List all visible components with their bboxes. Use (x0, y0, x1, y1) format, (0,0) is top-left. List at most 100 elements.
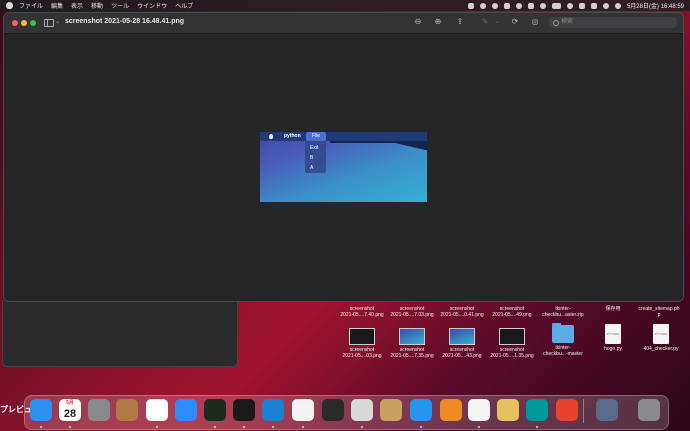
image-app-name: python (284, 133, 301, 139)
dock-photo-icon[interactable] (596, 399, 618, 421)
siri-icon[interactable] (614, 2, 621, 9)
background-window[interactable] (2, 300, 238, 367)
desktop-item[interactable]: screenshot 2021-05....49.png (487, 306, 537, 318)
sidebar-toggle-icon[interactable] (44, 19, 54, 27)
menu-edit[interactable]: 編集 (51, 1, 63, 10)
search-field[interactable]: 検索 (549, 17, 677, 28)
dock-calendar-icon[interactable]: 5月 28 (59, 399, 81, 421)
menu-bar: プレビュー ファイル 編集 表示 移動 ツール ウインドウ ヘルプ 5月28日(… (0, 0, 690, 414)
wifi-icon[interactable] (566, 2, 573, 9)
window-title: screenshot 2021-05-28 16.48.41.png (65, 18, 185, 25)
dock-zoom-icon[interactable] (175, 399, 197, 421)
image-apple-icon (269, 134, 273, 139)
desktop-item[interactable]: PYTHON 404_checker.py (636, 324, 686, 352)
dock-arduino-icon[interactable] (526, 399, 548, 421)
menu-view[interactable]: 表示 (71, 1, 83, 10)
dock-sequel-icon[interactable] (351, 399, 373, 421)
desktop-item[interactable]: tkinter- checkbu...-master (538, 323, 588, 357)
desktop-item[interactable]: screenshot 2021-05....7.35.png (387, 328, 437, 359)
search-placeholder: 検索 (561, 19, 574, 25)
desktop-item-label: screenshot 2021-05....43.png (442, 347, 482, 359)
displayed-image[interactable]: python File Exit B A (260, 132, 427, 202)
close-button[interactable] (12, 20, 18, 26)
desktop-item[interactable]: screenshot 2021-05....0.41.png (437, 306, 487, 318)
zoom-out-icon[interactable]: ⊖ (413, 17, 423, 27)
minimize-button[interactable] (21, 20, 27, 26)
status-icon-2[interactable] (491, 2, 498, 9)
desktop-item[interactable]: screenshot 2021-05....43.png (437, 328, 487, 359)
menu-help[interactable]: ヘルプ (175, 1, 193, 10)
running-indicator (156, 426, 158, 428)
running-indicator (420, 426, 422, 428)
dock-trash-icon[interactable] (638, 399, 660, 421)
zoom-in-icon[interactable]: ⊕ (433, 17, 443, 27)
cloud-icon[interactable] (515, 2, 522, 9)
menubar-clock[interactable]: 5月28日(金) 16:48:59 (627, 1, 684, 10)
running-indicator (40, 426, 42, 428)
rotate-icon[interactable]: ⟳ (510, 17, 520, 27)
desktop-item[interactable]: create_sitemap.ph p (634, 306, 684, 318)
menu-app-name[interactable]: プレビュー (0, 399, 40, 421)
dock-archive-utility-icon[interactable] (380, 399, 402, 421)
share-icon[interactable]: ⇪ (455, 17, 465, 27)
dock-chrome-icon[interactable] (146, 399, 168, 421)
desktop-item[interactable]: screenshot 2021-05....7.03.png (387, 306, 437, 318)
dock-clock-icon[interactable] (556, 399, 578, 421)
image-menu-b: B (310, 155, 314, 161)
menu-window[interactable]: ウインドウ (137, 1, 167, 10)
image-file-menu: File (306, 132, 326, 141)
image-menu-exit: Exit (310, 145, 319, 151)
dock-quicktime-icon[interactable] (322, 399, 344, 421)
python-file-icon: PYTHON (653, 324, 669, 344)
chevron-down-icon[interactable]: ⌄ (55, 18, 60, 25)
desktop-item[interactable]: screenshot 2021-05....1.35.png (487, 328, 537, 359)
volume-icon[interactable] (590, 2, 597, 9)
dock-vscode-icon[interactable] (262, 399, 284, 421)
running-indicator (478, 426, 480, 428)
dock-terminal-icon[interactable] (233, 399, 255, 421)
search-icon (553, 20, 559, 26)
image-menubar: python File (260, 132, 427, 141)
dropbox-icon[interactable] (527, 2, 534, 9)
dock-sourcetree-icon[interactable] (440, 399, 462, 421)
file-thumbnail (499, 328, 525, 345)
calendar-month: 5月 (66, 400, 74, 406)
desktop-item[interactable]: screenshot 2021-05....7.40.png (337, 306, 387, 318)
dock-app-2-icon[interactable] (468, 399, 490, 421)
dock-activity-monitor-icon[interactable] (204, 399, 226, 421)
status-icon-3[interactable] (539, 2, 546, 9)
title-bar[interactable]: ⌄ screenshot 2021-05-28 16.48.41.png ⊖ ⊕… (4, 13, 683, 34)
battery-icon[interactable] (551, 2, 561, 9)
camera-icon[interactable] (467, 2, 474, 9)
menu-file[interactable]: ファイル (19, 1, 43, 10)
dock-finder-icon[interactable] (30, 399, 52, 421)
spotlight-icon[interactable] (602, 2, 609, 9)
apple-menu-icon[interactable] (6, 2, 13, 9)
desktop-item[interactable]: 保存用 (588, 306, 638, 312)
dock-docker-icon[interactable] (410, 399, 432, 421)
desktop-item-label: screenshot 2021-05....0.41.png (440, 306, 484, 318)
desktop-item-label: 404_checker.py (643, 346, 679, 352)
dock-preview-icon[interactable] (497, 399, 519, 421)
markup-chevron-icon[interactable]: ⌄ (492, 17, 502, 27)
p-icon[interactable] (503, 2, 510, 9)
desktop-item-label: screenshot 2021-05....7.03.png (390, 306, 434, 318)
markup-pen-icon[interactable]: ✎ (480, 17, 490, 27)
status-area: 5月28日(金) 16:48:59 (467, 0, 684, 11)
desktop-item[interactable]: tkinter- checkbu...aster.zip (538, 306, 588, 318)
menu-go[interactable]: 移動 (91, 1, 103, 10)
control-center-icon[interactable] (578, 2, 585, 9)
running-indicator (272, 426, 274, 428)
image-dark-band (330, 141, 427, 151)
dock-system-preferences-icon[interactable] (88, 399, 110, 421)
dock-contacts-icon[interactable] (116, 399, 138, 421)
status-icon-1[interactable] (479, 2, 486, 9)
menu-tools[interactable]: ツール (111, 1, 129, 10)
desktop-item-label: screenshot 2021-05....7.40.png (340, 306, 384, 318)
desktop-item[interactable]: screenshot 2021-05....03.png (337, 328, 387, 359)
markup-icon[interactable]: ◎ (530, 17, 540, 27)
desktop-item[interactable]: PYTHON hoge.py (588, 324, 638, 352)
dock-safari-icon[interactable] (292, 399, 314, 421)
running-indicator (214, 426, 216, 428)
zoom-button[interactable] (30, 20, 36, 26)
